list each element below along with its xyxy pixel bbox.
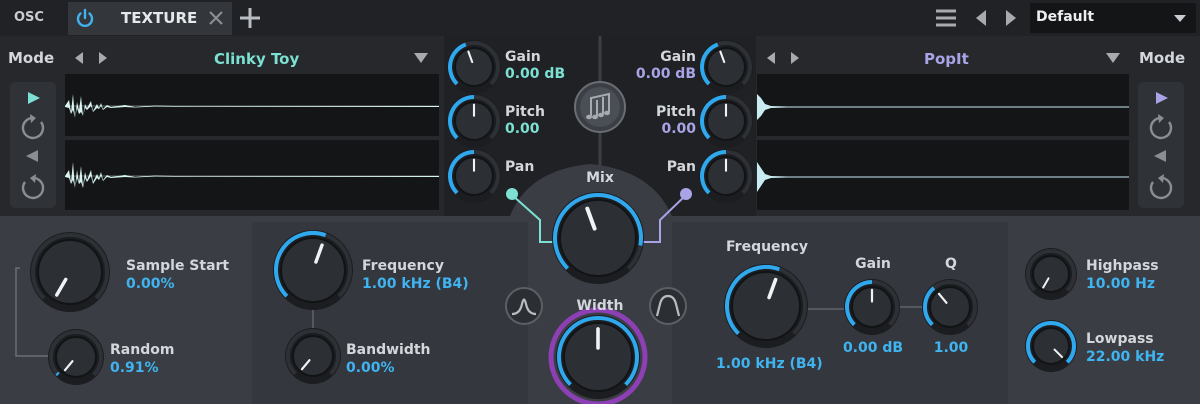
right-gain-knob[interactable] [699, 40, 753, 94]
mix-label: Mix [586, 170, 614, 186]
band-frequency-value: 1.00 kHz (B4) [362, 276, 469, 292]
right-gain-value: 0.00 dB [635, 66, 696, 82]
right-pitch-label: Pitch [655, 104, 696, 120]
left-pitch-value: 0.00 [505, 121, 540, 137]
eq-frequency-label: Frequency [726, 239, 808, 255]
left-gain-knob[interactable] [447, 40, 501, 94]
left-pitch-knob[interactable] [447, 94, 501, 148]
random-label: Random [110, 342, 175, 358]
width-knob[interactable] [548, 307, 648, 404]
right-pitch-value: 0.00 [661, 121, 696, 137]
sample-start-label: Sample Start [126, 258, 230, 274]
eq-frequency-value: 1.00 kHz (B4) [716, 356, 823, 372]
width-label: Width [576, 298, 624, 314]
lowpass-label: Lowpass [1086, 331, 1154, 347]
music-note-icon[interactable] [573, 80, 627, 134]
eq-gain-value: 0.00 dB [842, 340, 904, 356]
right-pan-label: Pan [666, 159, 696, 175]
texture-oscillator-panel: OSC TEXTURE Default Mode Clinky Toy PopI… [0, 0, 1200, 404]
band-frequency-knob[interactable] [273, 230, 353, 310]
left-gain-label: Gain [505, 49, 541, 65]
left-pan-link-dot[interactable] [505, 187, 519, 201]
random-knob[interactable] [48, 329, 104, 385]
bandwidth-label: Bandwidth [346, 342, 431, 358]
right-pan-knob[interactable] [699, 149, 753, 203]
eq-q-label: Q [945, 256, 957, 272]
eq-gain-knob[interactable] [844, 279, 900, 335]
right-pitch-knob[interactable] [699, 94, 753, 148]
eq-frequency-knob[interactable] [724, 264, 808, 348]
eq-gain-label: Gain [855, 256, 891, 272]
lowpass-knob[interactable] [1025, 320, 1077, 372]
knob-layer [30, 40, 1077, 404]
right-pan-link-dot[interactable] [679, 187, 693, 201]
highpass-knob[interactable] [1025, 248, 1077, 300]
highpass-value: 10.00 Hz [1086, 276, 1156, 292]
left-pitch-label: Pitch [505, 104, 546, 120]
eq-q-knob[interactable] [922, 279, 978, 335]
band-frequency-label: Frequency [362, 258, 444, 274]
bandpass-filter-icon[interactable] [504, 286, 544, 326]
sample-start-value: 0.00% [126, 276, 175, 292]
eq-q-value: 1.00 [933, 340, 969, 356]
right-gain-label: Gain [660, 49, 696, 65]
peak-filter-icon[interactable] [648, 286, 688, 326]
left-pan-label: Pan [505, 159, 535, 175]
bandwidth-value: 0.00% [346, 360, 395, 376]
highpass-label: Highpass [1086, 258, 1159, 274]
left-gain-value: 0.00 dB [505, 66, 566, 82]
left-pan-knob[interactable] [447, 149, 501, 203]
sample-start-knob[interactable] [30, 232, 110, 312]
lowpass-value: 22.00 kHz [1086, 349, 1165, 365]
bandwidth-knob[interactable] [285, 328, 341, 384]
mix-knob[interactable] [552, 192, 644, 284]
random-value: 0.91% [110, 360, 159, 376]
